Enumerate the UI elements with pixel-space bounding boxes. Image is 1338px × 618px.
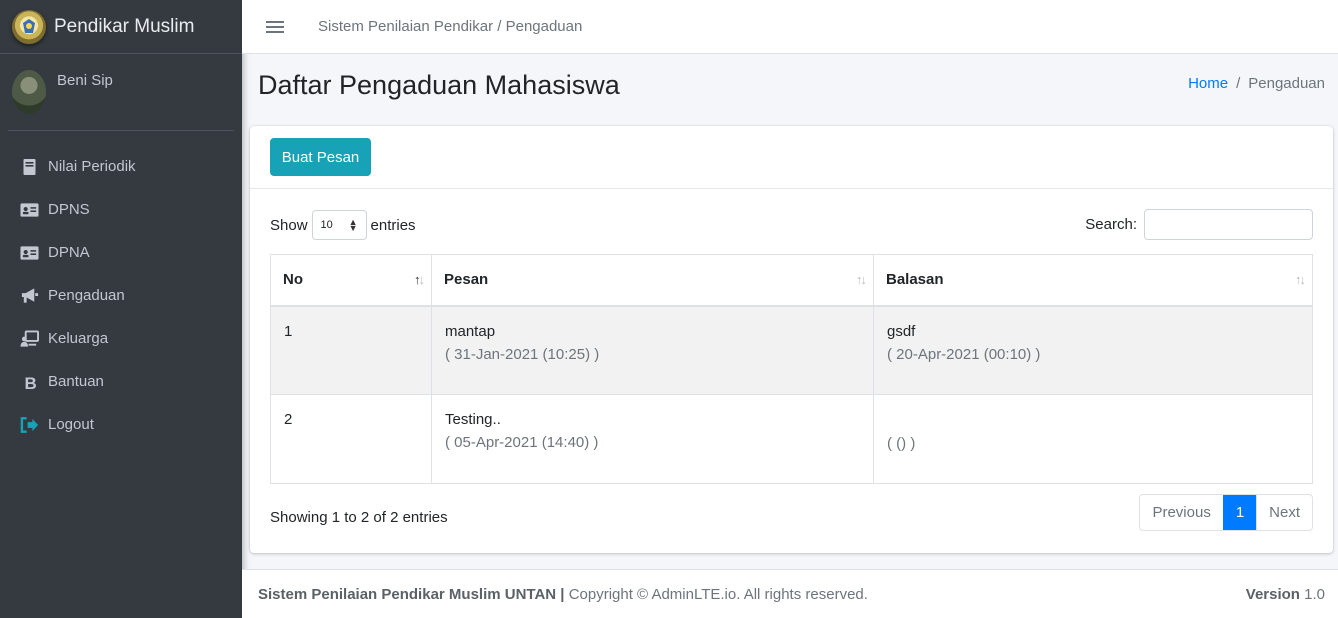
cell-no: 1	[270, 305, 432, 395]
message-date: ( 05-Apr-2021 (14:40) )	[445, 434, 599, 451]
create-message-button[interactable]: Buat Pesan	[270, 138, 371, 176]
brand-name: Pendikar Muslim	[54, 15, 195, 37]
cell-no: 2	[270, 394, 432, 484]
reply-date: ( () )	[887, 435, 916, 452]
chalkboard-user-icon	[18, 329, 40, 349]
entries-select[interactable]: 10 ▲ ▼	[311, 210, 367, 240]
column-header-balasan[interactable]: Balasan ↑↓	[873, 254, 1313, 307]
search-input[interactable]	[1144, 209, 1313, 240]
sort-icon: ↑↓	[1295, 272, 1306, 287]
footer-separator: |	[556, 585, 569, 603]
svg-text:B: B	[24, 374, 36, 391]
card-header: Buat Pesan	[250, 126, 1333, 189]
footer-org[interactable]: Sistem Penilaian Pendikar Muslim UNTAN	[258, 586, 556, 603]
user-panel[interactable]: Beni Sip	[8, 54, 234, 131]
pagination: Previous 1 Next	[1139, 494, 1313, 531]
table-info: Showing 1 to 2 of 2 entries	[270, 509, 448, 526]
cell-balasan: ( () )	[873, 394, 1313, 484]
id-card-icon	[18, 243, 40, 263]
top-navbar: Sistem Penilaian Pendikar / Pengaduan	[242, 0, 1338, 54]
table-row: 1 mantap ( 31-Jan-2021 (10:25) ) gsdf ( …	[270, 305, 1313, 395]
sidebar-item-label: DPNA	[48, 244, 90, 261]
breadcrumb: Home / Pengaduan	[1188, 75, 1325, 92]
cell-balasan: gsdf ( 20-Apr-2021 (00:10) )	[873, 305, 1313, 395]
sidebar-item-bantuan[interactable]: B Bantuan	[0, 360, 242, 403]
id-card-icon	[18, 200, 40, 220]
sidebar-item-label: Bantuan	[48, 373, 104, 390]
next-page-button[interactable]: Next	[1256, 495, 1312, 530]
show-label: Show	[270, 216, 308, 234]
reply-date: ( 20-Apr-2021 (00:10) )	[887, 345, 1041, 363]
select-arrows-icon: ▲ ▼	[348, 217, 358, 233]
sort-icon: ↑↓	[856, 272, 867, 287]
sort-asc-icon: ↑↓	[414, 272, 425, 287]
bold-b-icon: B	[18, 372, 40, 392]
reply-text: gsdf	[887, 322, 916, 340]
sidebar-item-label: Pengaduan	[48, 287, 125, 304]
sign-out-icon	[18, 415, 40, 435]
column-header-no[interactable]: No ↑↓	[270, 254, 432, 307]
complaints-card: Buat Pesan Show 10 ▲ ▼ entries Search: No…	[250, 126, 1333, 553]
search-label: Search:	[1085, 216, 1137, 233]
message-text: mantap	[445, 322, 496, 340]
search-control: Search:	[1085, 209, 1313, 240]
footer-copyright-text: Copyright © AdminLTE.io. All rights rese…	[568, 585, 868, 603]
version-label: Version	[1245, 585, 1300, 603]
entries-length-control: Show 10 ▲ ▼ entries	[270, 210, 416, 240]
message-text: Testing..	[445, 411, 501, 428]
cell-pesan: mantap ( 31-Jan-2021 (10:25) )	[431, 305, 874, 395]
sidebar: Pendikar Muslim Beni Sip Nilai Periodik …	[0, 0, 242, 618]
footer: Sistem Penilaian Pendikar Muslim UNTAN |…	[242, 569, 1338, 618]
bullhorn-icon	[18, 286, 40, 306]
book-icon	[18, 157, 40, 177]
sidebar-item-label: DPNS	[48, 201, 90, 218]
sidebar-item-nilai-periodik[interactable]: Nilai Periodik	[0, 145, 242, 188]
sidebar-item-label: Keluarga	[48, 330, 109, 347]
footer-copyright: Sistem Penilaian Pendikar Muslim UNTAN |…	[258, 586, 868, 603]
version-number: 1.0	[1304, 585, 1325, 603]
column-header-pesan[interactable]: Pesan ↑↓	[431, 254, 874, 307]
sidebar-item-dpna[interactable]: DPNA	[0, 231, 242, 274]
footer-version: Version 1.0	[1246, 586, 1325, 603]
brand-logo-icon	[12, 9, 46, 44]
sidebar-item-pengaduan[interactable]: Pengaduan	[0, 274, 242, 317]
user-name[interactable]: Beni Sip	[57, 72, 113, 89]
sidebar-item-label: Logout	[48, 416, 94, 433]
page-title: Daftar Pengaduan Mahasiswa	[258, 70, 620, 100]
avatar	[12, 70, 46, 114]
entries-select-value: 10	[320, 219, 333, 231]
breadcrumb-current: Pengaduan	[1248, 75, 1325, 92]
sidebar-item-keluarga[interactable]: Keluarga	[0, 317, 242, 360]
cell-pesan: Testing.. ( 05-Apr-2021 (14:40) )	[431, 394, 874, 484]
sidebar-nav: Nilai Periodik DPNS DPNA Pengaduan Kelua…	[0, 145, 242, 446]
breadcrumb-home-link[interactable]: Home	[1188, 75, 1228, 92]
sidebar-item-label: Nilai Periodik	[48, 158, 136, 175]
top-breadcrumb: Sistem Penilaian Pendikar / Pengaduan	[318, 18, 583, 35]
table-row: 2 Testing.. ( 05-Apr-2021 (14:40) ) ( ()…	[270, 394, 1313, 484]
reply-text	[887, 411, 1299, 429]
previous-page-button[interactable]: Previous	[1140, 495, 1222, 530]
complaints-table: No ↑↓ Pesan ↑↓ Balasan ↑↓ 1 mantap ( 31-…	[270, 254, 1313, 484]
brand-link[interactable]: Pendikar Muslim	[0, 0, 242, 54]
breadcrumb-separator: /	[1236, 75, 1241, 92]
message-date: ( 31-Jan-2021 (10:25) )	[445, 345, 600, 363]
entries-label: entries	[370, 216, 416, 234]
menu-toggle-icon[interactable]	[266, 18, 284, 36]
sidebar-item-dpns[interactable]: DPNS	[0, 188, 242, 231]
table-header-row: No ↑↓ Pesan ↑↓ Balasan ↑↓	[270, 254, 1313, 307]
page-1-button[interactable]: 1	[1222, 495, 1257, 530]
sidebar-item-logout[interactable]: Logout	[0, 403, 242, 446]
